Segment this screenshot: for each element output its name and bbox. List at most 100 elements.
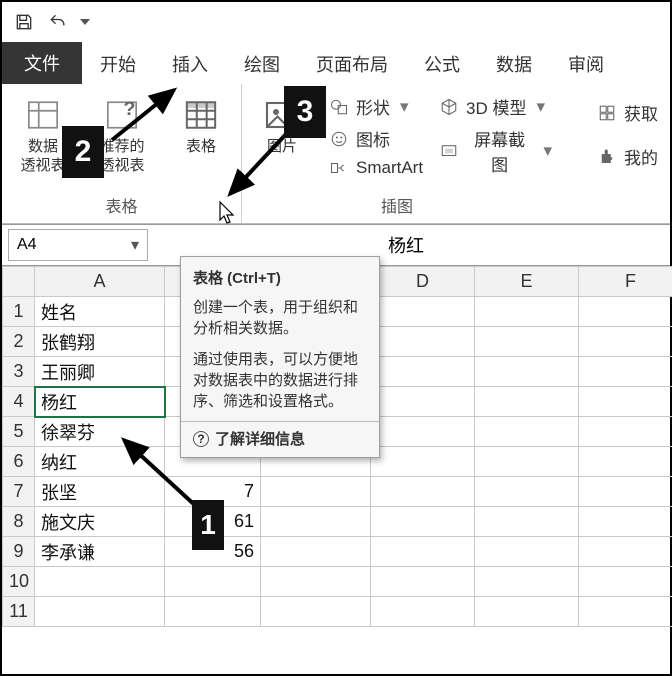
row-header[interactable]: 1: [3, 297, 35, 327]
cell[interactable]: [579, 297, 672, 327]
cell[interactable]: 王丽卿: [35, 357, 165, 387]
my-label: 我的: [624, 144, 658, 169]
cell[interactable]: [261, 567, 371, 597]
group-addins: 获取 我的: [592, 84, 672, 223]
cell[interactable]: [475, 417, 579, 447]
cell[interactable]: [475, 387, 579, 417]
cell[interactable]: [371, 417, 475, 447]
cell[interactable]: [579, 507, 672, 537]
cell[interactable]: [475, 507, 579, 537]
cell[interactable]: [475, 297, 579, 327]
formula-bar[interactable]: 杨红: [148, 232, 670, 258]
cell[interactable]: [371, 537, 475, 567]
cell[interactable]: [579, 477, 672, 507]
rec-pivot-label-2: 透视表: [99, 157, 144, 174]
tab-home[interactable]: 开始: [82, 42, 154, 84]
row-header[interactable]: 4: [3, 387, 35, 417]
row-header[interactable]: 6: [3, 447, 35, 477]
arrow-to-insert-tab: [102, 82, 202, 152]
cell[interactable]: [475, 567, 579, 597]
save-icon[interactable]: [12, 10, 36, 34]
qat-dropdown-icon[interactable]: [80, 10, 90, 34]
cell[interactable]: [579, 387, 672, 417]
cell[interactable]: [579, 357, 672, 387]
cell[interactable]: 姓名: [35, 297, 165, 327]
my-addins-button[interactable]: 我的: [596, 144, 658, 169]
cell[interactable]: [261, 477, 371, 507]
table-row[interactable]: 11: [3, 597, 672, 627]
row-header[interactable]: 3: [3, 357, 35, 387]
tab-draw[interactable]: 绘图: [226, 42, 298, 84]
tab-file[interactable]: 文件: [2, 42, 82, 84]
shapes-button[interactable]: 形状▾: [328, 94, 409, 119]
3d-model-button[interactable]: 3D 模型▾: [438, 94, 545, 119]
cell[interactable]: [475, 447, 579, 477]
cell[interactable]: [371, 357, 475, 387]
cell[interactable]: [579, 417, 672, 447]
col-E[interactable]: E: [475, 267, 579, 297]
cell[interactable]: [35, 567, 165, 597]
undo-icon[interactable]: [46, 10, 70, 34]
get-label: 获取: [624, 100, 658, 125]
table-row[interactable]: 10: [3, 567, 672, 597]
cell[interactable]: [371, 477, 475, 507]
cell[interactable]: [165, 597, 261, 627]
cell[interactable]: [579, 597, 672, 627]
cell[interactable]: [579, 447, 672, 477]
cell[interactable]: [371, 327, 475, 357]
tab-formula[interactable]: 公式: [406, 42, 478, 84]
smartart-icon: [328, 159, 350, 177]
shapes-icon: [328, 98, 350, 116]
shapes-label: 形状: [356, 94, 390, 119]
cell[interactable]: [371, 297, 475, 327]
cell[interactable]: [261, 537, 371, 567]
callout-3: 3: [284, 86, 326, 138]
row-header[interactable]: 2: [3, 327, 35, 357]
screenshot-button[interactable]: 屏幕截图▾: [438, 126, 552, 176]
cell[interactable]: [261, 507, 371, 537]
cell[interactable]: [371, 387, 475, 417]
cell[interactable]: [579, 327, 672, 357]
tab-data[interactable]: 数据: [478, 42, 550, 84]
table-row[interactable]: 8施文庆61: [3, 507, 672, 537]
get-addins-button[interactable]: 获取: [596, 100, 658, 125]
table-tooltip: 表格 (Ctrl+T) 创建一个表，用于组织和分析相关数据。 通过使用表，可以方…: [180, 256, 380, 458]
col-F[interactable]: F: [579, 267, 672, 297]
smartart-button[interactable]: SmartArt: [328, 158, 423, 178]
cell[interactable]: [579, 537, 672, 567]
col-A[interactable]: A: [35, 267, 165, 297]
cell[interactable]: 李承谦: [35, 537, 165, 567]
cell[interactable]: [371, 447, 475, 477]
cell[interactable]: 杨红: [35, 387, 165, 417]
icons-button[interactable]: 图标: [328, 126, 390, 151]
cell[interactable]: [475, 477, 579, 507]
cell[interactable]: [371, 597, 475, 627]
tab-layout[interactable]: 页面布局: [298, 42, 406, 84]
col-D[interactable]: D: [371, 267, 475, 297]
cell[interactable]: [165, 567, 261, 597]
row-header[interactable]: 10: [3, 567, 35, 597]
smartart-label: SmartArt: [356, 158, 423, 178]
table-row[interactable]: 9李承谦56: [3, 537, 672, 567]
row-header[interactable]: 7: [3, 477, 35, 507]
cell[interactable]: [475, 357, 579, 387]
cell[interactable]: [475, 597, 579, 627]
cell[interactable]: [261, 597, 371, 627]
tab-insert[interactable]: 插入: [154, 42, 226, 84]
row-header[interactable]: 9: [3, 537, 35, 567]
cell[interactable]: [371, 567, 475, 597]
table-row[interactable]: 7张坚7: [3, 477, 672, 507]
row-header[interactable]: 11: [3, 597, 35, 627]
cell[interactable]: [579, 567, 672, 597]
cell[interactable]: [475, 327, 579, 357]
name-box[interactable]: A4 ▾: [8, 229, 148, 261]
tab-review[interactable]: 审阅: [550, 42, 622, 84]
row-header[interactable]: 5: [3, 417, 35, 447]
cell[interactable]: [35, 597, 165, 627]
cell[interactable]: [475, 537, 579, 567]
cell[interactable]: [371, 507, 475, 537]
callout-2: 2: [62, 126, 104, 178]
chevron-down-icon[interactable]: ▾: [131, 235, 139, 255]
cell[interactable]: 张鹤翔: [35, 327, 165, 357]
row-header[interactable]: 8: [3, 507, 35, 537]
